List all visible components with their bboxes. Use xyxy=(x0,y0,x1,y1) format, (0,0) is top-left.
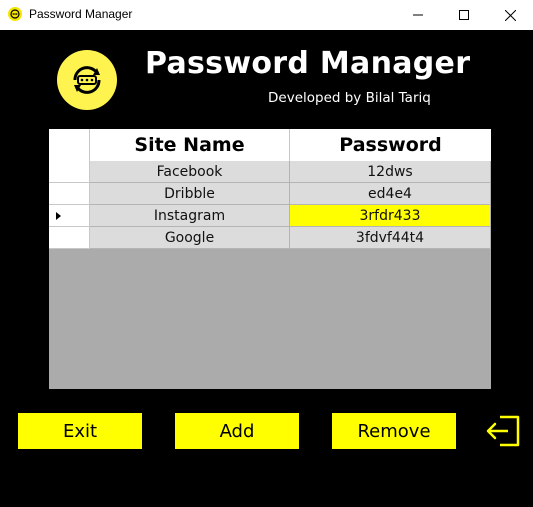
maximize-icon xyxy=(459,10,469,20)
password-cell[interactable]: 12dws xyxy=(290,161,491,183)
app-subtitle: Developed by Bilal Tariq xyxy=(268,90,431,106)
site-name-cell[interactable]: Google xyxy=(90,227,290,249)
site-name-cell[interactable]: Facebook xyxy=(90,161,290,183)
app-title: Password Manager xyxy=(145,46,471,81)
close-icon xyxy=(504,9,516,21)
password-cell[interactable]: ed4e4 xyxy=(290,183,491,205)
table-row-selected[interactable]: Instagram 3rfdr433 xyxy=(49,205,491,227)
password-cell-selected[interactable]: 3rfdr433 xyxy=(290,205,491,227)
remove-button[interactable]: Remove xyxy=(332,413,456,449)
table-row[interactable]: Facebook 12dws xyxy=(49,161,491,183)
table-row[interactable]: Google 3fdvf44t4 xyxy=(49,227,491,249)
grid-corner-cell[interactable] xyxy=(49,129,90,161)
exit-button[interactable]: Exit xyxy=(18,413,142,449)
password-cell[interactable]: 3fdvf44t4 xyxy=(290,227,491,249)
close-button[interactable] xyxy=(487,0,533,30)
row-header[interactable] xyxy=(49,183,90,205)
table-row[interactable]: Dribble ed4e4 xyxy=(49,183,491,205)
site-name-cell[interactable]: Instagram xyxy=(90,205,290,227)
minimize-button[interactable] xyxy=(395,0,441,30)
current-row-indicator-icon xyxy=(56,212,61,220)
password-grid[interactable]: Site Name Password Facebook 12dws Dribbl… xyxy=(49,129,491,389)
lock-refresh-icon xyxy=(57,50,117,110)
minimize-icon xyxy=(413,14,423,16)
window-title: Password Manager xyxy=(29,7,133,21)
row-header-current[interactable] xyxy=(49,205,90,227)
column-header-site-name[interactable]: Site Name xyxy=(90,129,290,161)
row-header[interactable] xyxy=(49,161,90,183)
row-header[interactable] xyxy=(49,227,90,249)
exit-door-icon[interactable] xyxy=(484,411,524,451)
site-name-cell[interactable]: Dribble xyxy=(90,183,290,205)
title-bar: Password Manager xyxy=(0,0,533,30)
app-icon xyxy=(8,7,22,21)
add-button[interactable]: Add xyxy=(175,413,299,449)
grid-header: Site Name Password xyxy=(49,129,491,162)
column-header-password[interactable]: Password xyxy=(290,129,491,161)
maximize-button[interactable] xyxy=(441,0,487,30)
